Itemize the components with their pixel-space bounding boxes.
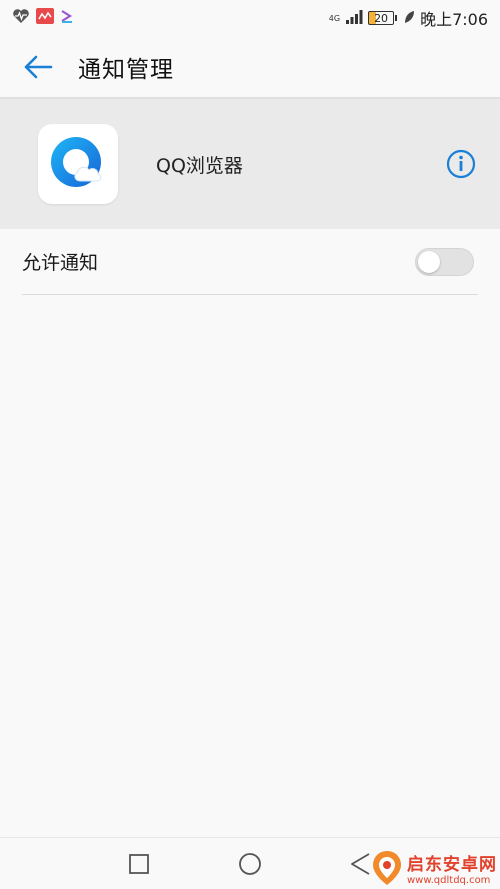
signal-icon (345, 9, 363, 28)
status-bar: 4G 20 晚上7:06 (0, 0, 500, 36)
page-title: 通知管理 (78, 57, 174, 83)
battery-level: 20 (374, 11, 389, 25)
home-button[interactable] (238, 852, 262, 876)
red-app-icon (36, 8, 54, 28)
qq-browser-app-icon (38, 124, 118, 204)
status-left-icons (12, 8, 74, 28)
watermark-logo-icon (373, 851, 401, 885)
battery-icon: 20 (368, 11, 398, 25)
status-right-icons: 4G 20 晚上7:06 (329, 6, 488, 30)
watermark-title: 启东安卓网 (407, 855, 497, 875)
watermark-url: www.qdltdq.com (407, 875, 491, 886)
app-info-button[interactable] (446, 149, 476, 179)
watermark: 启东安卓网 www.qdltdq.com (370, 848, 500, 888)
toggle-knob (418, 250, 440, 273)
health-heart-icon (12, 8, 30, 28)
watermark-text: 启东安卓网 www.qdltdq.com (407, 850, 497, 886)
title-bar: 通知管理 (0, 36, 500, 98)
info-icon (446, 149, 476, 179)
allow-notifications-row[interactable]: 允许通知 (22, 229, 478, 295)
leaf-icon (403, 9, 415, 28)
network-type-label: 4G (328, 13, 341, 23)
purple-app-icon (60, 8, 74, 28)
app-name: QQ浏览器 (156, 154, 243, 177)
back-button[interactable] (8, 36, 68, 98)
app-header: QQ浏览器 (0, 99, 500, 229)
clock: 晚上7:06 (420, 10, 488, 29)
allow-notifications-toggle[interactable] (415, 247, 474, 276)
recents-button[interactable] (127, 852, 151, 876)
qq-browser-logo-icon (51, 137, 102, 187)
allow-notifications-label: 允许通知 (22, 252, 99, 274)
circle-home-icon (239, 853, 261, 875)
arrow-left-icon (24, 55, 53, 79)
square-recents-icon (129, 854, 149, 874)
